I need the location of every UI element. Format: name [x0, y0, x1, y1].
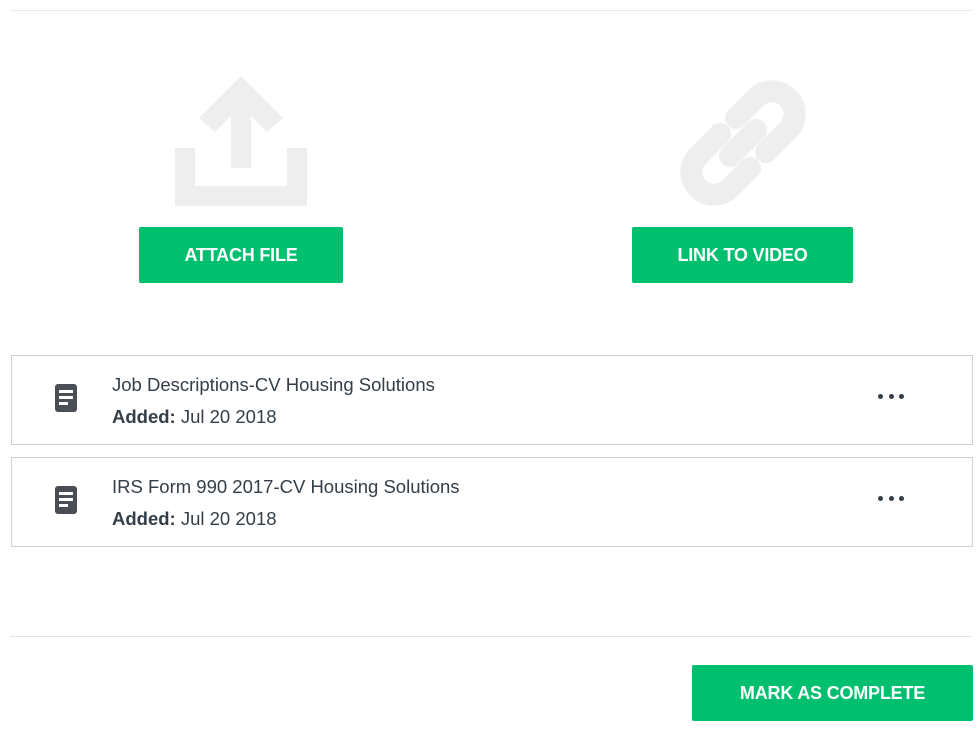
file-name[interactable]: Job Descriptions-CV Housing Solutions: [112, 374, 435, 396]
added-label: Added:: [112, 406, 176, 427]
mark-as-complete-button[interactable]: MARK AS COMPLETE: [692, 665, 973, 721]
link-icon: [678, 78, 808, 208]
link-to-video-button[interactable]: LINK TO VIDEO: [632, 227, 853, 283]
file-added-date: Added: Jul 20 2018: [112, 508, 277, 530]
added-label: Added:: [112, 508, 176, 529]
top-divider: [10, 10, 972, 11]
file-added-date: Added: Jul 20 2018: [112, 406, 277, 428]
more-options-icon[interactable]: [878, 488, 904, 508]
upload-icon: [175, 76, 307, 206]
added-date: Jul 20 2018: [180, 406, 277, 427]
attach-file-button[interactable]: ATTACH FILE: [139, 227, 343, 283]
file-name[interactable]: IRS Form 990 2017-CV Housing Solutions: [112, 476, 460, 498]
file-list-item: Job Descriptions-CV Housing Solutions Ad…: [11, 355, 973, 445]
added-date: Jul 20 2018: [180, 508, 277, 529]
more-options-icon[interactable]: [878, 386, 904, 406]
file-list-item: IRS Form 990 2017-CV Housing Solutions A…: [11, 457, 973, 547]
document-icon: [55, 486, 77, 514]
attachments-panel: ATTACH FILE LINK TO VIDEO Job Descriptio…: [0, 0, 977, 744]
footer-divider: [10, 636, 972, 637]
document-icon: [55, 384, 77, 412]
